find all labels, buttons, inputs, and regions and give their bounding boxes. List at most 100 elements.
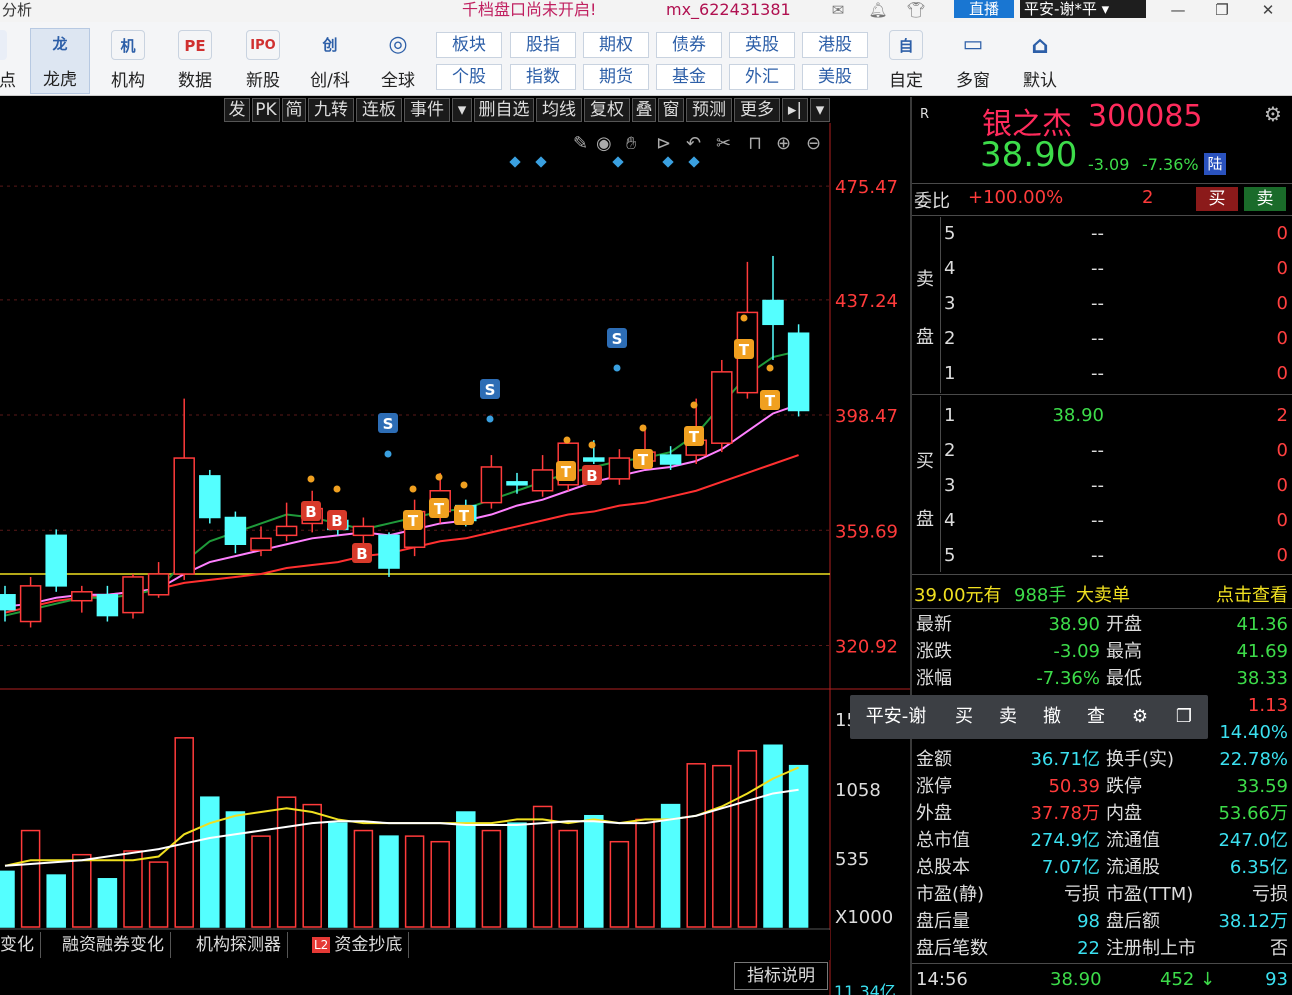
market-qihuo[interactable]: 期货 [583, 64, 649, 90]
play-icon[interactable]: ⊳ [656, 133, 671, 154]
toolbar-duochuang-button[interactable]: ▭ 多窗 [943, 30, 1003, 94]
toolbar-duochuang-label: 多窗 [956, 71, 990, 91]
market-guzhi[interactable]: 股指 [510, 32, 576, 58]
gear-icon[interactable]: ⚙ [1262, 103, 1284, 125]
subbar-fa[interactable]: 发 [224, 98, 250, 122]
volume-bar [763, 744, 783, 928]
subbar-shijian[interactable]: 事件 [404, 98, 450, 122]
tab-fund-bottom[interactable]: L2 资金抄底 [306, 932, 410, 958]
ask-row[interactable]: 2 -- 0 [942, 322, 1292, 357]
market-ganggu[interactable]: 港股 [802, 32, 868, 58]
bell-icon[interactable]: 🔔︎ [866, 0, 890, 20]
subbar-collapse[interactable]: ▸| [782, 98, 808, 122]
tab-margin-change[interactable]: 融资融券变化 [56, 932, 171, 958]
trade-account[interactable]: 平安-谢 [862, 705, 930, 729]
live-button[interactable]: 直播 [954, 0, 1014, 18]
close-icon[interactable]: ✕ [1252, 0, 1284, 20]
kline-chart-area[interactable]: SSSBBBBTTTTTTTT ✎ ◉ ✋︎ ⊳ ↶ ✂ ⊓ ⊕ ⊖ 475.4… [0, 123, 910, 995]
bid-volume: 2 [1276, 405, 1288, 426]
market-qiquan[interactable]: 期权 [583, 32, 649, 58]
zoom-out-icon[interactable]: ⊖ [806, 133, 821, 154]
scissors-icon[interactable]: ✂ [716, 133, 731, 154]
tab-change[interactable]: 变化 [0, 932, 41, 958]
market-zhishu[interactable]: 指数 [510, 64, 576, 90]
toolbar-chuangke-label: 创/科 [310, 71, 350, 91]
ask-row[interactable]: 4 -- 0 [942, 252, 1292, 287]
hand-icon[interactable]: ✋︎ [626, 133, 636, 154]
ask-row[interactable]: 5 -- 0 [942, 217, 1292, 252]
toolbar-moren-button[interactable]: ⌂ 默认 [1010, 30, 1070, 94]
market-jijin[interactable]: 基金 [656, 64, 722, 90]
account-selector[interactable]: 平安-谢*平 ▾ [1020, 0, 1146, 18]
toolbar-ziding-button[interactable]: 自 自定 [876, 30, 936, 94]
zoom-in-icon[interactable]: ⊕ [776, 133, 791, 154]
bid-level: 1 [944, 405, 956, 426]
candle [45, 529, 67, 592]
subbar-menu[interactable]: ▾ [810, 98, 830, 122]
candle [506, 472, 528, 494]
market-gegu[interactable]: 个股 [436, 64, 502, 90]
trade-cancel-button[interactable]: 撤 [1038, 705, 1066, 729]
sell-button[interactable]: 卖 [1244, 187, 1286, 211]
market-waihui[interactable]: 外汇 [729, 64, 795, 90]
subbar-yuce[interactable]: 预测 [686, 98, 732, 122]
bid-row[interactable]: 1 38.90 2 [942, 399, 1292, 434]
bid-row[interactable]: 2 -- 0 [942, 434, 1292, 469]
trade-sell-button[interactable]: 卖 [994, 705, 1022, 729]
toolbar-chuangke-button[interactable]: 创 创/科 [300, 30, 360, 94]
shirt-icon[interactable]: 👕︎ [904, 0, 928, 20]
market-zhaiquan[interactable]: 债券 [656, 32, 722, 58]
candle [378, 532, 400, 577]
stat-value: 37.78万 [1030, 803, 1100, 824]
undo-icon[interactable]: ↶ [686, 133, 701, 154]
kline-chart[interactable]: SSSB BBBTT TTTTTT ✎ ◉ ✋︎ ⊳ ↶ ✂ ⊓ ⊕ ⊖ 475.4… [0, 123, 910, 995]
subbar-jian[interactable]: 简 [282, 98, 306, 122]
subbar-dropdown[interactable]: ▾ [452, 98, 472, 122]
pencil-icon[interactable]: ✎ [573, 133, 588, 154]
toolbar-longhu-button[interactable]: 龙 龙虎 [30, 28, 90, 94]
indicator-explain-button[interactable]: 指标说明 [734, 962, 828, 990]
mail-icon[interactable]: ✉ [826, 0, 850, 20]
toolbar-dian-button[interactable]: 点 点 [0, 30, 20, 94]
trade-query-button[interactable]: 查 [1082, 705, 1110, 729]
subbar-shanzixuan[interactable]: 删自选 [474, 98, 534, 122]
trade-buy-button[interactable]: 买 [950, 705, 978, 729]
bid-row[interactable]: 3 -- 0 [942, 469, 1292, 504]
subbar-junxian[interactable]: 均线 [536, 98, 582, 122]
toolbar-xingu-button[interactable]: IPO 新股 [233, 30, 293, 94]
bid-row[interactable]: 4 -- 0 [942, 504, 1292, 539]
restore-icon[interactable]: ❐ [1206, 0, 1238, 20]
tab-institution-detector[interactable]: 机构探测器 [190, 932, 288, 958]
ask-side-label-2: 盘 [916, 327, 934, 348]
candle [147, 562, 170, 598]
bid-row[interactable]: 5 -- 0 [942, 539, 1292, 574]
lock-icon[interactable]: ⊓ [748, 133, 762, 154]
candle-body [122, 576, 144, 614]
subbar-lianban[interactable]: 连板 [356, 98, 402, 122]
candle-body [583, 457, 605, 462]
toolbar-quanqiu-button[interactable]: ◎ 全球 [368, 30, 428, 94]
minimize-icon[interactable]: — [1162, 0, 1194, 20]
candle [787, 324, 810, 417]
buy-button[interactable]: 买 [1196, 187, 1238, 211]
ask-row[interactable]: 1 -- 0 [942, 357, 1292, 392]
orderbook-notice[interactable]: 千档盘口尚未开启! [462, 0, 596, 20]
market-yinggu[interactable]: 英股 [729, 32, 795, 58]
window-icon[interactable]: ❐ [1170, 705, 1198, 729]
market-bankuai[interactable]: 板块 [436, 32, 502, 58]
eye-icon[interactable]: ◉ [596, 133, 612, 154]
gear-icon[interactable]: ⚙ [1126, 705, 1154, 729]
subbar-die[interactable]: 叠 [632, 98, 656, 122]
subbar-pk[interactable]: PK [252, 98, 280, 122]
subbar-fuquan[interactable]: 复权 [584, 98, 630, 122]
candle-body [659, 454, 682, 465]
big-order-link[interactable]: 点击查看 [1216, 581, 1288, 607]
toolbar-jigou-button[interactable]: 机 机构 [98, 30, 158, 94]
toolbar-shuju-button[interactable]: PE 数据 [165, 30, 225, 94]
subbar-gengduo[interactable]: 更多 [734, 98, 780, 122]
ask-row[interactable]: 3 -- 0 [942, 287, 1292, 322]
subbar-chuang[interactable]: 窗 [658, 98, 684, 122]
market-meigu[interactable]: 美股 [802, 64, 868, 90]
user-id[interactable]: mx_622431381 [666, 0, 791, 20]
subbar-jiuzhuan[interactable]: 九转 [308, 98, 354, 122]
